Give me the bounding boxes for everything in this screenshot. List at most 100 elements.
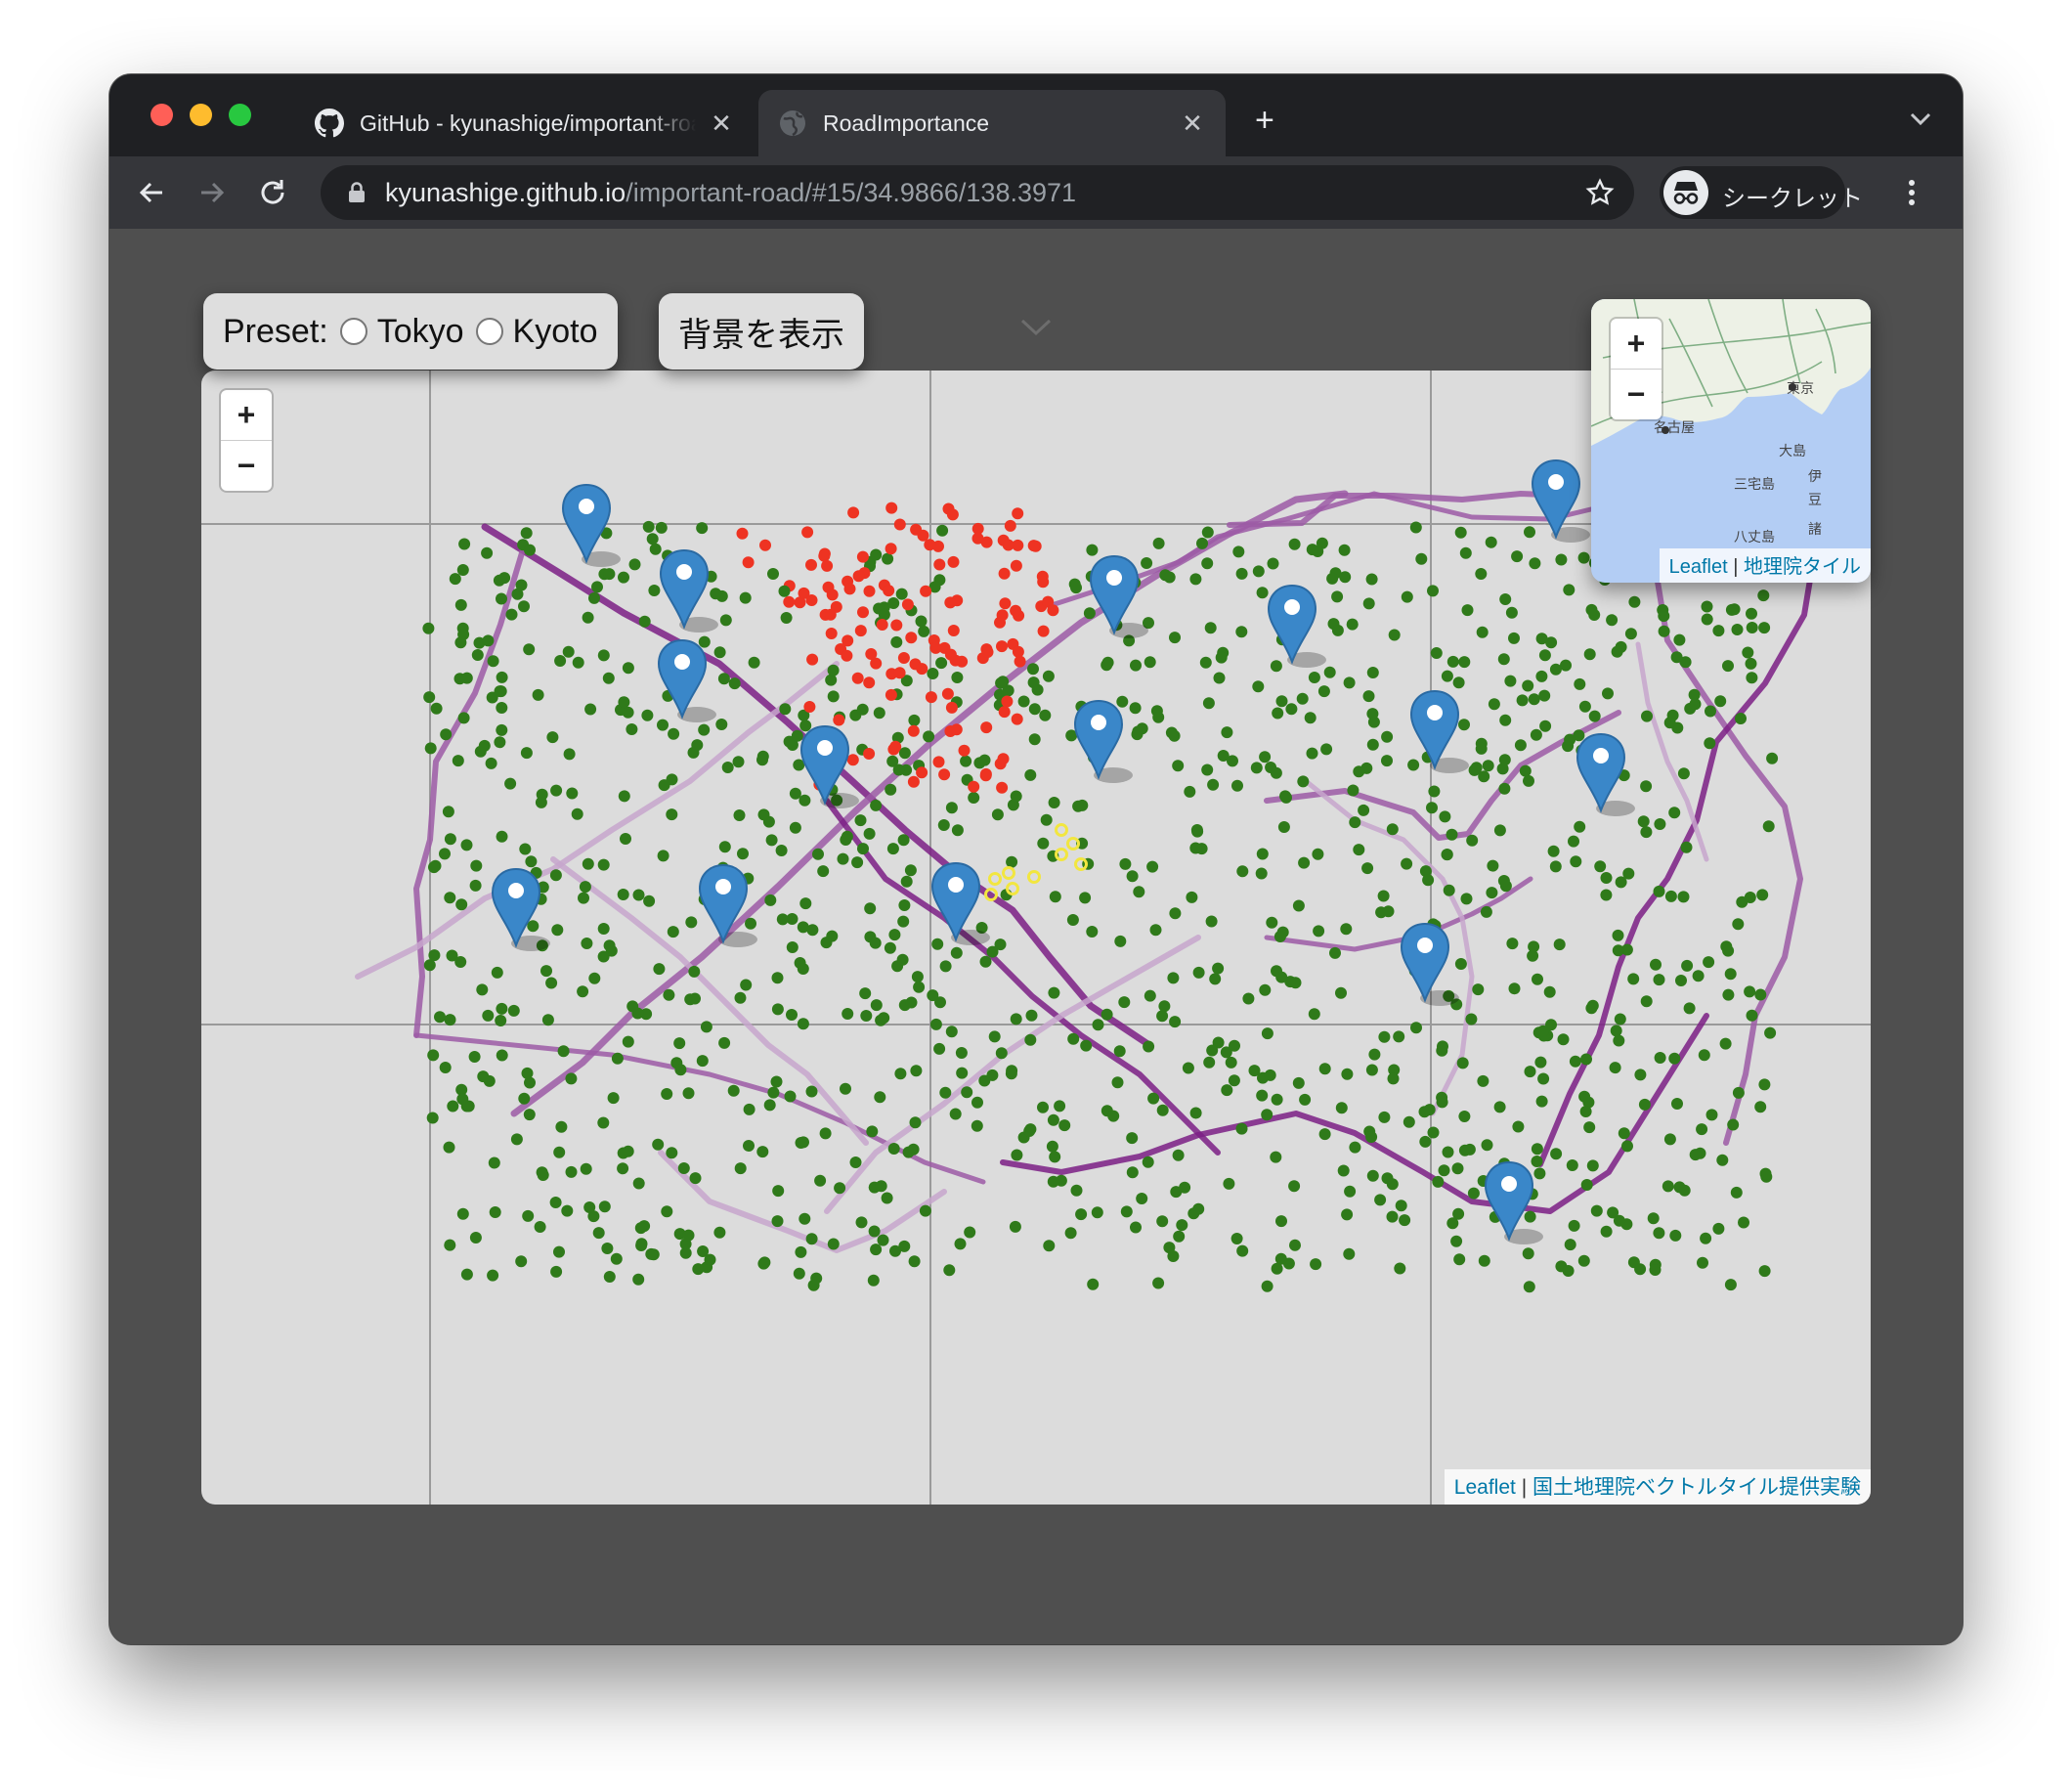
road-node-point (1271, 1093, 1283, 1106)
road-node-point (910, 523, 923, 536)
road-node-point (1169, 632, 1181, 644)
leaflet-link[interactable]: Leaflet (1454, 1476, 1516, 1499)
gsi-vector-tile-link[interactable]: 国土地理院ベクトルタイル提供実験 (1532, 1476, 1861, 1499)
road-node-point (994, 938, 1007, 951)
road-node-point (1614, 1013, 1626, 1025)
location-marker[interactable] (1400, 922, 1459, 1006)
road-node-point (799, 794, 811, 807)
road-node-point (866, 1125, 879, 1138)
road-node-point (1207, 778, 1220, 791)
tab-roadimportance[interactable]: RoadImportance ✕ (758, 90, 1226, 156)
gsi-tile-link[interactable]: 地理院タイル (1744, 556, 1861, 578)
road-node-point (696, 522, 709, 535)
road-node-point (649, 543, 662, 555)
incognito-profile-button[interactable]: シークレット (1660, 166, 1863, 219)
back-icon[interactable] (135, 176, 168, 209)
show-background-button[interactable]: 背景を表示 (659, 293, 864, 370)
road-node-point (1086, 544, 1099, 556)
minimize-window-button[interactable] (190, 104, 212, 126)
road-node-point (546, 731, 559, 744)
road-node-point (728, 677, 741, 690)
road-node-point (1152, 537, 1165, 549)
road-node-point (719, 614, 732, 627)
road-node-point (1681, 959, 1694, 972)
road-node-point (1143, 1040, 1155, 1053)
radio-kyoto[interactable] (475, 318, 503, 345)
chevron-down-icon[interactable] (1018, 315, 1054, 338)
road-node-highlight (988, 872, 1002, 886)
overview-minimap[interactable]: 東京 名古屋 大島 三宅島伊豆八丈島諸 + − Leaflet | 地理院タイル (1591, 299, 1871, 583)
road-node-point (1221, 726, 1233, 739)
road-node-point (557, 1045, 570, 1058)
location-marker[interactable] (1073, 699, 1133, 783)
road-node-point (1653, 1227, 1665, 1240)
road-node-point (854, 814, 867, 827)
road-node-point (1252, 680, 1265, 693)
road-node-point (1570, 855, 1582, 868)
close-tab-icon[interactable]: ✕ (1179, 109, 1206, 138)
reload-icon[interactable] (256, 176, 289, 209)
road-node-point (1426, 802, 1438, 814)
forward-icon[interactable] (195, 176, 229, 209)
bookmark-star-icon[interactable] (1585, 178, 1615, 207)
new-tab-button[interactable]: + (1255, 104, 1274, 137)
location-marker[interactable] (561, 483, 621, 567)
road-node-point (1028, 733, 1041, 746)
minimap-zoom-out-button[interactable]: − (1611, 369, 1662, 419)
preset-option-tokyo[interactable]: Tokyo (339, 313, 464, 351)
zoom-in-button[interactable]: + (221, 390, 272, 440)
road-node-point (1388, 629, 1401, 641)
road-node-point (667, 926, 679, 938)
road-node-point (1602, 687, 1614, 700)
location-marker[interactable] (799, 724, 859, 808)
road-node-point (469, 879, 482, 892)
road-node-point (740, 979, 753, 991)
address-bar[interactable]: kyunashige.github.io/important-road/#15/… (321, 165, 1634, 220)
zoom-out-button[interactable]: − (221, 440, 272, 491)
location-marker[interactable] (657, 638, 716, 722)
location-marker[interactable] (1089, 554, 1148, 638)
road-node-point (887, 597, 900, 609)
road-node-point (889, 740, 902, 753)
preset-option-kyoto[interactable]: Kyoto (475, 313, 598, 351)
road-node-point (784, 1090, 797, 1103)
more-menu-icon[interactable] (1906, 176, 1918, 209)
road-node-point (1179, 1181, 1191, 1194)
tab-github[interactable]: GitHub - kyunashige/important-road ✕ (295, 90, 755, 156)
radio-tokyo[interactable] (339, 318, 367, 345)
marker-pin (799, 724, 850, 806)
road-node-point (1453, 1253, 1466, 1266)
minimap-zoom-in-button[interactable]: + (1611, 319, 1662, 369)
road-node-point (1092, 1019, 1104, 1031)
location-marker[interactable] (1531, 458, 1590, 543)
road-node-highlight (1006, 882, 1019, 895)
road-node-point (742, 556, 755, 569)
road-node-point (1270, 660, 1282, 673)
road-node-point (1010, 1013, 1022, 1025)
location-marker[interactable] (1409, 689, 1469, 773)
road-node-point (1640, 995, 1653, 1008)
close-tab-icon[interactable]: ✕ (708, 109, 735, 138)
road-node-point (818, 547, 831, 560)
chevron-down-icon[interactable] (1908, 109, 1933, 127)
road-node-point (555, 1120, 568, 1133)
close-window-button[interactable] (151, 104, 173, 126)
leaflet-link[interactable]: Leaflet (1669, 556, 1728, 578)
road-node-point (1430, 647, 1443, 659)
location-marker[interactable] (1267, 584, 1326, 668)
road-node-point (1395, 1200, 1407, 1212)
road-node-point (470, 859, 483, 872)
marker-dot (1091, 715, 1106, 730)
road-node-point (931, 938, 944, 950)
road-node-point (561, 1204, 574, 1217)
road-node-point (1493, 824, 1506, 837)
road-node-point (1539, 720, 1552, 732)
location-marker[interactable] (659, 548, 718, 633)
road-node-point (764, 894, 777, 906)
zoom-window-button[interactable] (229, 104, 251, 126)
road-node-point (666, 773, 678, 786)
location-marker[interactable] (930, 861, 990, 945)
location-marker[interactable] (491, 867, 550, 951)
road-node-point (1401, 857, 1413, 870)
road-node-point (834, 1182, 846, 1195)
